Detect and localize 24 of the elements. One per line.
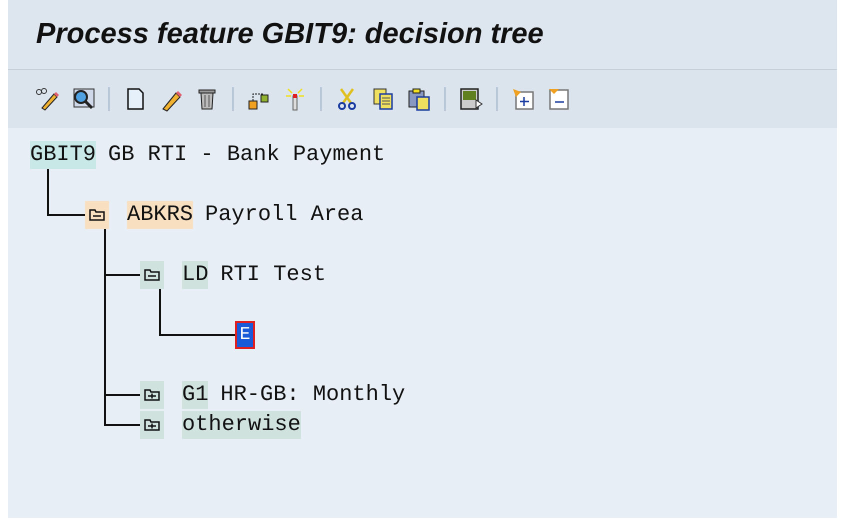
node-text: RTI Test — [220, 264, 326, 286]
node-key[interactable]: LD — [182, 261, 208, 289]
node-key[interactable]: ABKRS — [127, 201, 194, 229]
collapse-folder-icon[interactable] — [89, 209, 105, 221]
edit-glasses-icon[interactable] — [34, 86, 60, 112]
folder-toggle[interactable] — [140, 381, 164, 409]
collapse-folder-icon[interactable] — [144, 269, 160, 281]
folder-toggle[interactable] — [85, 201, 109, 229]
window-title: Process feature GBIT9: decision tree — [36, 16, 544, 52]
node-text: HR-GB: Monthly — [220, 384, 406, 406]
expand-folder-icon[interactable] — [144, 389, 160, 401]
expand-all-icon[interactable] — [510, 86, 536, 112]
folder-toggle[interactable] — [140, 411, 164, 439]
end-node-marker[interactable]: E — [235, 321, 255, 349]
node-key[interactable]: otherwise — [182, 411, 301, 439]
node-text: Payroll Area — [205, 204, 364, 226]
folder-toggle[interactable] — [140, 261, 164, 289]
expand-folder-icon[interactable] — [144, 419, 160, 431]
paste-icon[interactable] — [406, 86, 432, 112]
connector-line — [47, 168, 85, 216]
node-key[interactable]: GBIT9 — [30, 141, 96, 169]
node-text: GB RTI - Bank Payment — [108, 144, 386, 166]
node-key[interactable]: G1 — [182, 381, 208, 409]
screen-export-icon[interactable] — [458, 86, 484, 112]
